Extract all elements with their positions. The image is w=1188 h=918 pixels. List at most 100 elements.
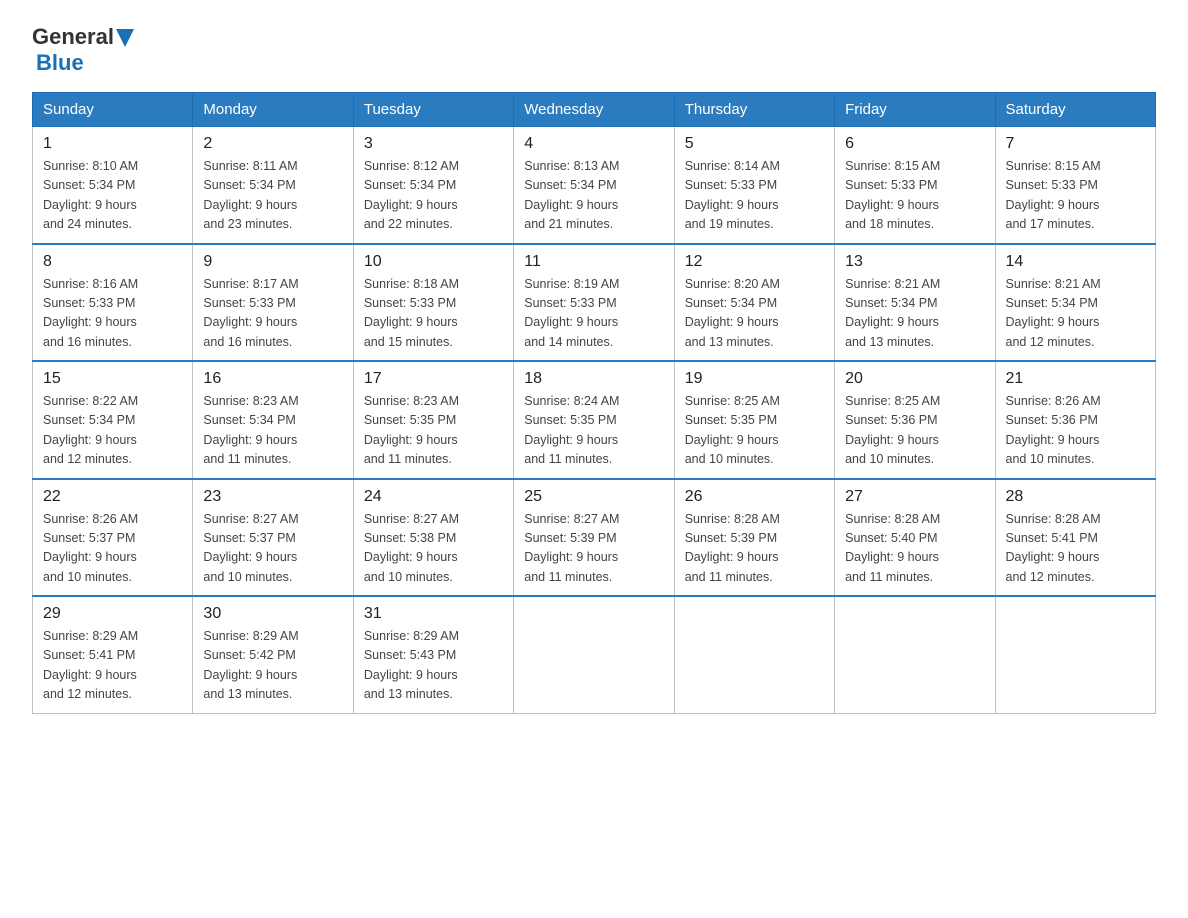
calendar-cell: 14 Sunrise: 8:21 AM Sunset: 5:34 PM Dayl… [995,244,1155,362]
day-number: 31 [364,605,503,623]
day-info: Sunrise: 8:15 AM Sunset: 5:33 PM Dayligh… [1006,157,1145,235]
day-number: 28 [1006,488,1145,506]
day-info: Sunrise: 8:20 AM Sunset: 5:34 PM Dayligh… [685,275,824,353]
header-wednesday: Wednesday [514,93,674,127]
calendar-cell: 21 Sunrise: 8:26 AM Sunset: 5:36 PM Dayl… [995,361,1155,479]
day-info: Sunrise: 8:27 AM Sunset: 5:37 PM Dayligh… [203,510,342,588]
day-info: Sunrise: 8:23 AM Sunset: 5:34 PM Dayligh… [203,392,342,470]
logo-general-text: General [32,24,114,50]
day-info: Sunrise: 8:28 AM Sunset: 5:40 PM Dayligh… [845,510,984,588]
day-info: Sunrise: 8:11 AM Sunset: 5:34 PM Dayligh… [203,157,342,235]
logo: General Blue [32,24,134,76]
day-number: 10 [364,253,503,271]
day-number: 6 [845,135,984,153]
day-info: Sunrise: 8:19 AM Sunset: 5:33 PM Dayligh… [524,275,663,353]
calendar-cell: 13 Sunrise: 8:21 AM Sunset: 5:34 PM Dayl… [835,244,995,362]
calendar-week-row: 15 Sunrise: 8:22 AM Sunset: 5:34 PM Dayl… [33,361,1156,479]
day-info: Sunrise: 8:25 AM Sunset: 5:36 PM Dayligh… [845,392,984,470]
logo-triangle-icon [116,29,134,47]
calendar-cell: 29 Sunrise: 8:29 AM Sunset: 5:41 PM Dayl… [33,596,193,713]
day-info: Sunrise: 8:10 AM Sunset: 5:34 PM Dayligh… [43,157,182,235]
day-number: 9 [203,253,342,271]
day-number: 30 [203,605,342,623]
calendar-week-row: 1 Sunrise: 8:10 AM Sunset: 5:34 PM Dayli… [33,127,1156,244]
day-number: 27 [845,488,984,506]
calendar-cell: 10 Sunrise: 8:18 AM Sunset: 5:33 PM Dayl… [353,244,513,362]
day-number: 3 [364,135,503,153]
day-number: 13 [845,253,984,271]
day-number: 12 [685,253,824,271]
day-info: Sunrise: 8:13 AM Sunset: 5:34 PM Dayligh… [524,157,663,235]
calendar-cell: 8 Sunrise: 8:16 AM Sunset: 5:33 PM Dayli… [33,244,193,362]
calendar-table: SundayMondayTuesdayWednesdayThursdayFrid… [32,92,1156,714]
calendar-cell: 25 Sunrise: 8:27 AM Sunset: 5:39 PM Dayl… [514,479,674,597]
calendar-cell: 12 Sunrise: 8:20 AM Sunset: 5:34 PM Dayl… [674,244,834,362]
calendar-cell: 31 Sunrise: 8:29 AM Sunset: 5:43 PM Dayl… [353,596,513,713]
calendar-cell: 2 Sunrise: 8:11 AM Sunset: 5:34 PM Dayli… [193,127,353,244]
day-number: 24 [364,488,503,506]
day-number: 8 [43,253,182,271]
day-number: 25 [524,488,663,506]
calendar-cell: 23 Sunrise: 8:27 AM Sunset: 5:37 PM Dayl… [193,479,353,597]
calendar-cell: 3 Sunrise: 8:12 AM Sunset: 5:34 PM Dayli… [353,127,513,244]
calendar-cell: 30 Sunrise: 8:29 AM Sunset: 5:42 PM Dayl… [193,596,353,713]
day-info: Sunrise: 8:14 AM Sunset: 5:33 PM Dayligh… [685,157,824,235]
day-number: 4 [524,135,663,153]
day-number: 5 [685,135,824,153]
calendar-week-row: 29 Sunrise: 8:29 AM Sunset: 5:41 PM Dayl… [33,596,1156,713]
day-info: Sunrise: 8:29 AM Sunset: 5:42 PM Dayligh… [203,627,342,705]
calendar-cell: 20 Sunrise: 8:25 AM Sunset: 5:36 PM Dayl… [835,361,995,479]
calendar-cell: 17 Sunrise: 8:23 AM Sunset: 5:35 PM Dayl… [353,361,513,479]
page-header: General Blue [32,24,1156,76]
day-info: Sunrise: 8:16 AM Sunset: 5:33 PM Dayligh… [43,275,182,353]
day-info: Sunrise: 8:24 AM Sunset: 5:35 PM Dayligh… [524,392,663,470]
day-info: Sunrise: 8:29 AM Sunset: 5:43 PM Dayligh… [364,627,503,705]
day-info: Sunrise: 8:22 AM Sunset: 5:34 PM Dayligh… [43,392,182,470]
calendar-cell: 11 Sunrise: 8:19 AM Sunset: 5:33 PM Dayl… [514,244,674,362]
calendar-cell: 6 Sunrise: 8:15 AM Sunset: 5:33 PM Dayli… [835,127,995,244]
day-info: Sunrise: 8:26 AM Sunset: 5:37 PM Dayligh… [43,510,182,588]
calendar-cell: 7 Sunrise: 8:15 AM Sunset: 5:33 PM Dayli… [995,127,1155,244]
calendar-cell [674,596,834,713]
header-friday: Friday [835,93,995,127]
day-number: 23 [203,488,342,506]
day-number: 18 [524,370,663,388]
calendar-cell: 24 Sunrise: 8:27 AM Sunset: 5:38 PM Dayl… [353,479,513,597]
day-info: Sunrise: 8:27 AM Sunset: 5:39 PM Dayligh… [524,510,663,588]
calendar-cell: 19 Sunrise: 8:25 AM Sunset: 5:35 PM Dayl… [674,361,834,479]
calendar-cell: 22 Sunrise: 8:26 AM Sunset: 5:37 PM Dayl… [33,479,193,597]
day-info: Sunrise: 8:26 AM Sunset: 5:36 PM Dayligh… [1006,392,1145,470]
day-info: Sunrise: 8:12 AM Sunset: 5:34 PM Dayligh… [364,157,503,235]
calendar-cell: 15 Sunrise: 8:22 AM Sunset: 5:34 PM Dayl… [33,361,193,479]
header-saturday: Saturday [995,93,1155,127]
day-number: 1 [43,135,182,153]
calendar-cell [514,596,674,713]
day-number: 11 [524,253,663,271]
calendar-header-row: SundayMondayTuesdayWednesdayThursdayFrid… [33,93,1156,127]
day-info: Sunrise: 8:28 AM Sunset: 5:39 PM Dayligh… [685,510,824,588]
header-tuesday: Tuesday [353,93,513,127]
calendar-cell: 9 Sunrise: 8:17 AM Sunset: 5:33 PM Dayli… [193,244,353,362]
calendar-cell: 5 Sunrise: 8:14 AM Sunset: 5:33 PM Dayli… [674,127,834,244]
calendar-week-row: 8 Sunrise: 8:16 AM Sunset: 5:33 PM Dayli… [33,244,1156,362]
day-number: 29 [43,605,182,623]
day-number: 26 [685,488,824,506]
day-info: Sunrise: 8:15 AM Sunset: 5:33 PM Dayligh… [845,157,984,235]
day-info: Sunrise: 8:18 AM Sunset: 5:33 PM Dayligh… [364,275,503,353]
day-number: 21 [1006,370,1145,388]
day-number: 15 [43,370,182,388]
day-number: 20 [845,370,984,388]
day-info: Sunrise: 8:25 AM Sunset: 5:35 PM Dayligh… [685,392,824,470]
header-thursday: Thursday [674,93,834,127]
day-info: Sunrise: 8:21 AM Sunset: 5:34 PM Dayligh… [845,275,984,353]
day-number: 2 [203,135,342,153]
day-info: Sunrise: 8:27 AM Sunset: 5:38 PM Dayligh… [364,510,503,588]
day-info: Sunrise: 8:21 AM Sunset: 5:34 PM Dayligh… [1006,275,1145,353]
day-number: 19 [685,370,824,388]
calendar-cell: 28 Sunrise: 8:28 AM Sunset: 5:41 PM Dayl… [995,479,1155,597]
calendar-cell: 18 Sunrise: 8:24 AM Sunset: 5:35 PM Dayl… [514,361,674,479]
calendar-cell: 16 Sunrise: 8:23 AM Sunset: 5:34 PM Dayl… [193,361,353,479]
calendar-cell: 1 Sunrise: 8:10 AM Sunset: 5:34 PM Dayli… [33,127,193,244]
calendar-cell: 4 Sunrise: 8:13 AM Sunset: 5:34 PM Dayli… [514,127,674,244]
day-number: 16 [203,370,342,388]
